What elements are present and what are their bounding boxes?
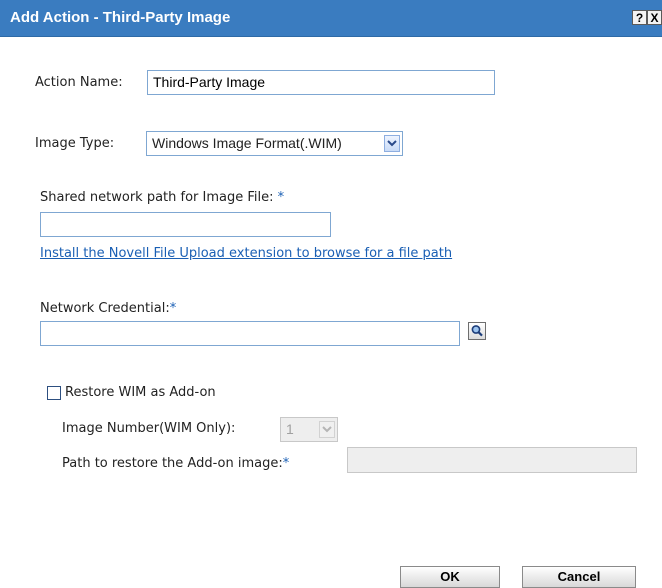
required-marker: * (277, 190, 285, 205)
search-icon[interactable] (468, 322, 486, 340)
addon-path-label-text: Path to restore the Add-on image: (62, 456, 283, 471)
action-name-label: Action Name: (35, 75, 123, 90)
required-marker: * (282, 456, 290, 471)
addon-path-input[interactable] (347, 447, 637, 473)
dialog-titlebar: Add Action - Third-Party Image ? X (0, 0, 662, 37)
shared-path-input[interactable] (40, 212, 331, 237)
credential-input[interactable] (40, 321, 460, 346)
restore-addon-label: Restore WIM as Add-on (65, 385, 216, 400)
dialog-title: Add Action - Third-Party Image (10, 9, 231, 26)
image-number-selected: 1 (286, 421, 294, 437)
shared-path-label-text: Shared network path for Image File: (40, 190, 274, 205)
upload-extension-link[interactable]: Install the Novell File Upload extension… (40, 246, 452, 261)
restore-addon-checkbox[interactable] (47, 386, 61, 400)
shared-path-label: Shared network path for Image File: * (40, 190, 284, 205)
required-marker: * (169, 301, 177, 316)
credential-label: Network Credential:* (40, 301, 176, 316)
image-type-label: Image Type: (35, 136, 115, 151)
credential-label-text: Network Credential: (40, 301, 170, 316)
addon-path-label: Path to restore the Add-on image:* (62, 456, 289, 471)
image-type-select[interactable]: Windows Image Format(.WIM) (146, 131, 403, 156)
image-type-selected: Windows Image Format(.WIM) (152, 135, 342, 151)
image-number-label: Image Number(WIM Only): (62, 421, 236, 436)
action-name-input[interactable]: Third-Party Image (147, 70, 495, 95)
chevron-down-icon[interactable] (384, 135, 400, 152)
help-button[interactable]: ? (632, 10, 647, 25)
chevron-down-icon[interactable] (319, 421, 335, 438)
image-number-select[interactable]: 1 (280, 417, 338, 442)
close-button[interactable]: X (647, 10, 662, 25)
